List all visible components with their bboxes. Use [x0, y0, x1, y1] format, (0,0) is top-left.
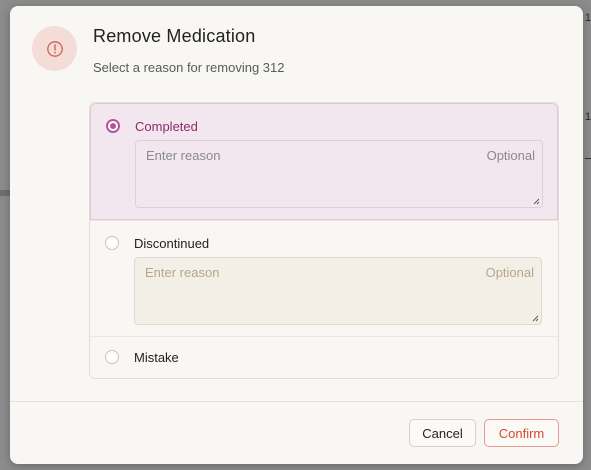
- resize-handle-icon[interactable]: [532, 315, 539, 322]
- reason-option-mistake[interactable]: Mistake: [90, 336, 558, 378]
- radio-discontinued[interactable]: [105, 236, 119, 250]
- alert-circle-icon: [32, 26, 77, 71]
- background-divider: [0, 190, 10, 196]
- optional-tag: Optional: [486, 148, 535, 163]
- background-text: 1: [584, 111, 591, 123]
- reason-placeholder: Enter reason: [145, 265, 220, 280]
- resize-handle-icon[interactable]: [533, 198, 540, 205]
- optional-tag: Optional: [485, 265, 534, 280]
- dialog-subtitle: Select a reason for removing 312: [93, 60, 285, 75]
- reason-options-group: Completed Enter reason Optional Disconti…: [89, 102, 559, 379]
- radio-completed[interactable]: [106, 119, 120, 133]
- completed-reason-textarea[interactable]: Enter reason Optional: [135, 140, 543, 208]
- radio-mistake[interactable]: [105, 350, 119, 364]
- option-label-discontinued: Discontinued: [134, 236, 210, 251]
- option-label-completed: Completed: [135, 119, 198, 134]
- background-divider: [585, 158, 591, 159]
- footer-divider: [10, 401, 583, 402]
- remove-medication-dialog: Remove Medication Select a reason for re…: [10, 6, 583, 464]
- confirm-button[interactable]: Confirm: [484, 419, 559, 447]
- dialog-title: Remove Medication: [93, 26, 256, 46]
- cancel-button[interactable]: Cancel: [409, 419, 476, 447]
- option-label-mistake: Mistake: [134, 350, 179, 365]
- discontinued-reason-textarea[interactable]: Enter reason Optional: [134, 257, 542, 325]
- reason-option-completed[interactable]: Completed Enter reason Optional: [90, 103, 558, 220]
- reason-option-discontinued[interactable]: Discontinued Enter reason Optional: [90, 220, 558, 337]
- reason-placeholder: Enter reason: [146, 148, 221, 163]
- background-text: 1: [584, 12, 591, 24]
